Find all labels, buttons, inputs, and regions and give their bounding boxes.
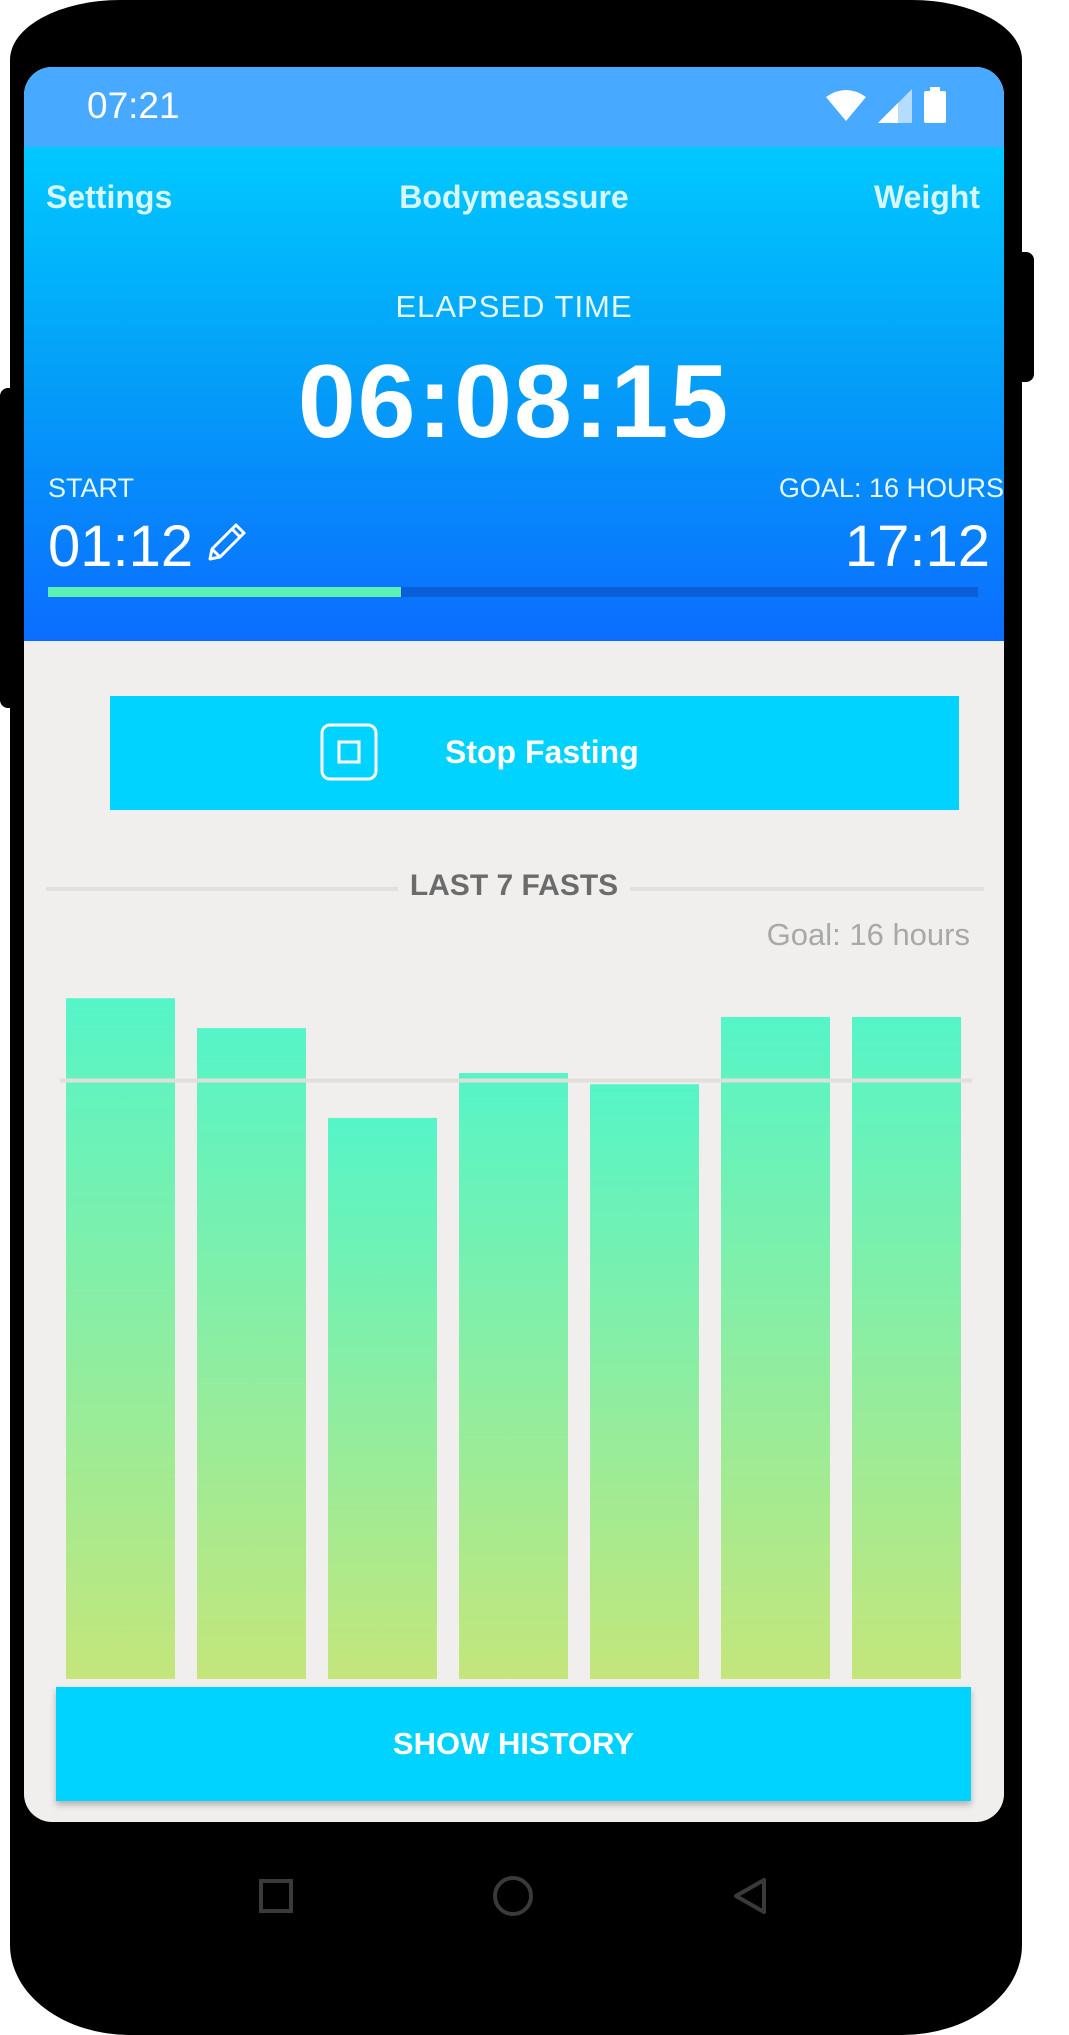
status-icons	[826, 87, 946, 123]
recents-square-icon[interactable]	[258, 1878, 294, 1914]
battery-icon	[924, 87, 946, 123]
volume-button	[0, 388, 16, 708]
elapsed-label: ELAPSED TIME	[395, 289, 633, 324]
home-circle-icon[interactable]	[491, 1874, 535, 1918]
start-time-value[interactable]: 01:12	[48, 513, 193, 580]
stop-fasting-label: Stop Fasting	[445, 734, 639, 770]
bar-1	[197, 1028, 306, 1679]
bar-3	[459, 1073, 568, 1679]
wifi-icon	[826, 90, 866, 121]
phone-frame: 07:21 Settings Bodymeassure Weight ELAPS…	[0, 0, 1034, 2035]
back-triangle-icon[interactable]	[730, 1876, 770, 1916]
signal-icon	[878, 89, 912, 123]
bar-0	[66, 998, 175, 1679]
status-time: 07:21	[87, 85, 180, 126]
stop-square-icon	[320, 723, 378, 781]
fasts-bar-chart: MON10/22TUE10/23WED10/24THU10/25FRI10/26…	[60, 998, 972, 1697]
bar-4	[590, 1084, 699, 1679]
goal-label-text: Goal: 16 hours	[766, 917, 970, 952]
app-title: Bodymeassure	[399, 179, 629, 215]
bar-6	[852, 1016, 961, 1679]
start-label: START	[48, 473, 135, 503]
show-history-button[interactable]: SHOW HISTORY	[56, 1687, 971, 1801]
chart-title: LAST 7 FASTS	[24, 869, 1004, 903]
goal-time-value: 17:12	[844, 514, 990, 579]
pencil-icon[interactable]	[202, 519, 250, 567]
weight-link[interactable]: Weight	[874, 179, 980, 216]
screen: 07:21 Settings Bodymeassure Weight ELAPS…	[24, 67, 1004, 1822]
progress-fill	[48, 587, 402, 597]
bar-2	[328, 1117, 437, 1679]
chart-title-text: LAST 7 FASTS	[397, 869, 631, 902]
bar-5	[721, 1016, 830, 1679]
goal-label: GOAL: 16 HOURS	[778, 473, 1004, 503]
power-button	[1016, 252, 1034, 382]
timer-header: Settings Bodymeassure Weight ELAPSED TIM…	[24, 147, 1004, 641]
stop-fasting-button[interactable]: Stop Fasting	[110, 696, 959, 810]
progress-track	[48, 587, 978, 597]
elapsed-value: 06:08:15	[297, 344, 731, 460]
status-bar: 07:21	[24, 67, 1004, 147]
